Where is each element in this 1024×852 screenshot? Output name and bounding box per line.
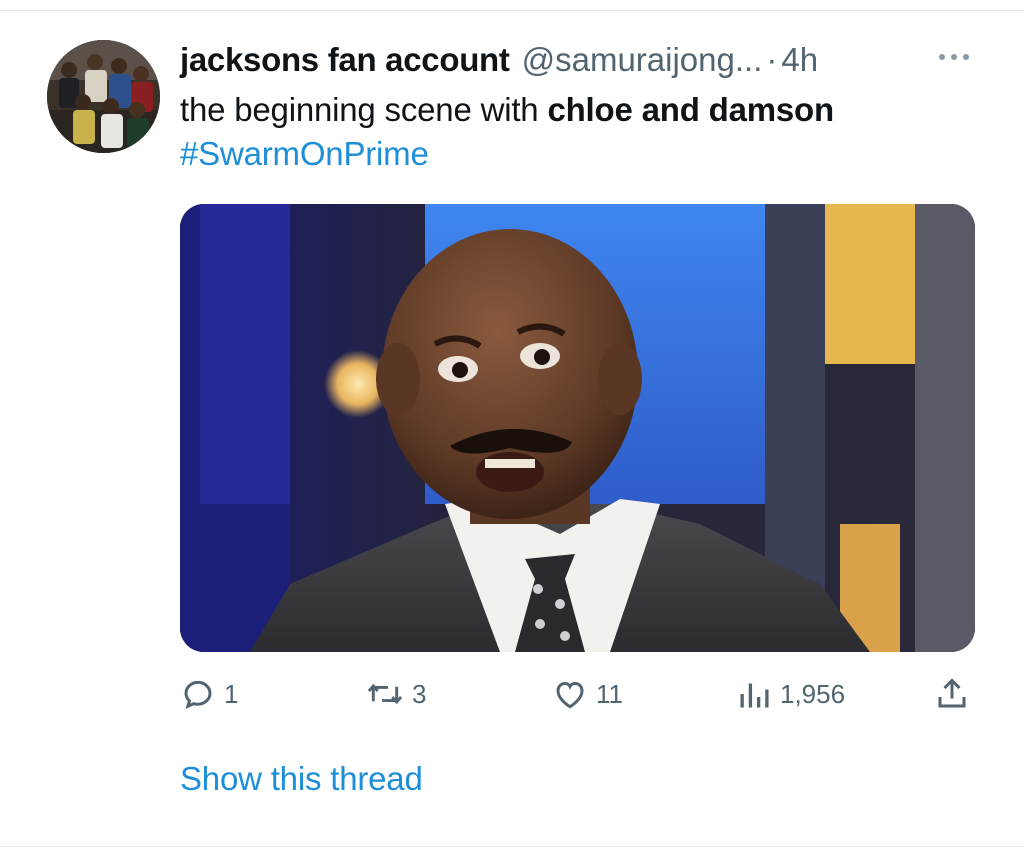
more-button[interactable] bbox=[934, 44, 974, 72]
tweet-text-prefix: the beginning scene with bbox=[180, 91, 548, 128]
reply-button[interactable]: 1 bbox=[180, 668, 238, 720]
like-button[interactable]: 11 bbox=[552, 668, 623, 720]
user-handle[interactable]: @samuraijong... bbox=[522, 41, 763, 79]
tweet-header: jacksons fan account @samuraijong... · 4… bbox=[180, 38, 818, 82]
tweet-text: the beginning scene with chloe and damso… bbox=[180, 88, 834, 176]
retweet-button[interactable]: 3 bbox=[366, 668, 426, 720]
timestamp[interactable]: 4h bbox=[781, 41, 818, 79]
views-button[interactable]: 1,956 bbox=[736, 668, 845, 720]
tweet-text-bold: chloe and damson bbox=[547, 91, 834, 128]
retweet-count: 3 bbox=[412, 678, 427, 709]
top-divider bbox=[0, 10, 1024, 11]
tweet-media-image[interactable] bbox=[180, 204, 975, 652]
heart-icon bbox=[552, 676, 588, 712]
views-count: 1,956 bbox=[780, 678, 846, 709]
separator-dot: · bbox=[766, 41, 778, 78]
share-button[interactable] bbox=[934, 668, 970, 720]
retweet-icon bbox=[366, 676, 404, 712]
like-count: 11 bbox=[596, 678, 623, 709]
share-icon bbox=[934, 676, 970, 712]
tweet-card[interactable]: jacksons fan account @samuraijong... · 4… bbox=[0, 0, 1024, 852]
display-name[interactable]: jacksons fan account bbox=[180, 41, 510, 79]
reply-icon bbox=[180, 676, 216, 712]
avatar[interactable] bbox=[47, 40, 160, 153]
views-icon bbox=[736, 676, 772, 712]
hashtag-link[interactable]: #SwarmOnPrime bbox=[180, 132, 834, 176]
bottom-divider bbox=[0, 846, 1024, 847]
reply-count: 1 bbox=[224, 678, 239, 709]
show-thread-link[interactable]: Show this thread bbox=[180, 760, 423, 798]
action-bar: 1 3 11 1,956 bbox=[0, 668, 1024, 720]
more-icon bbox=[936, 49, 972, 67]
